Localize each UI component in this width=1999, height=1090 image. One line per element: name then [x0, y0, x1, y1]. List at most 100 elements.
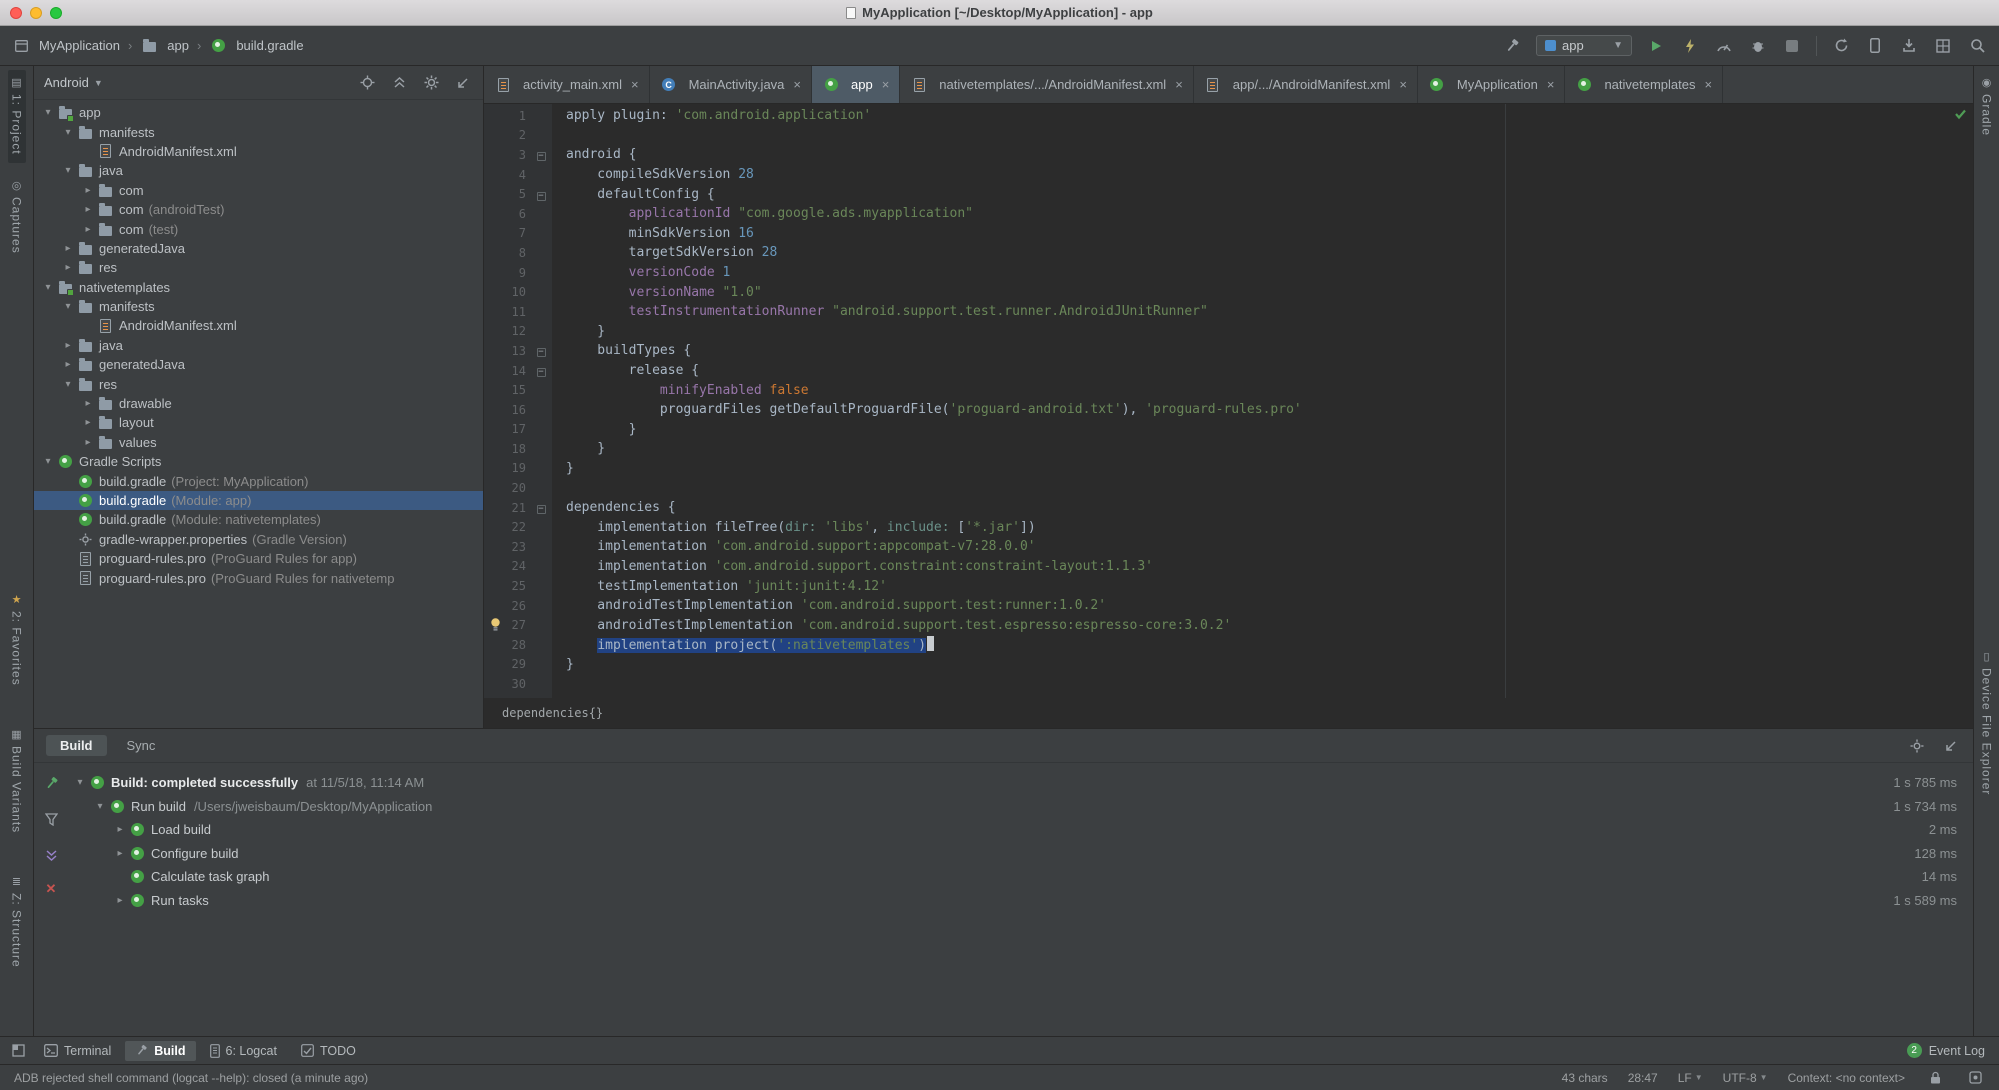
hide-panel-icon[interactable] [453, 73, 473, 93]
fold-marker[interactable]: − [530, 147, 552, 162]
tree-item-java[interactable]: ▸ java [34, 336, 483, 355]
fold-marker[interactable]: − [530, 363, 552, 378]
tool-button-build-variants[interactable]: ▦ Build Variants [8, 722, 26, 841]
tree-item-java[interactable]: ▾ java [34, 161, 483, 180]
fold-marker[interactable]: − [530, 500, 552, 515]
caret-position-indicator[interactable]: 28:47 [1628, 1071, 1658, 1085]
close-icon[interactable]: × [1705, 77, 1713, 92]
chevron-right-icon[interactable]: ▸ [112, 895, 128, 906]
tree-item-gradle-wrapper-properties[interactable]: gradle-wrapper.properties (Gradle Version… [34, 530, 483, 549]
chevron-down-icon[interactable]: ▾ [40, 282, 56, 293]
tool-button-2-favorites[interactable]: ★ 2: Favorites [8, 587, 26, 694]
tree-item-gradle-scripts[interactable]: ▾ Gradle Scripts [34, 452, 483, 471]
chevron-right-icon[interactable]: ▸ [80, 185, 96, 196]
breadcrumb-item-app[interactable]: app [140, 38, 189, 54]
tree-item-res[interactable]: ▸ res [34, 258, 483, 277]
tree-item-layout[interactable]: ▸ layout [34, 413, 483, 432]
chevron-right-icon[interactable]: ▸ [60, 340, 76, 351]
tool-window-button-build[interactable]: Build [125, 1040, 196, 1061]
breadcrumb-item-myapplication[interactable]: MyApplication [12, 38, 120, 54]
chevron-down-icon[interactable]: ▾ [92, 801, 108, 812]
chars-indicator[interactable]: 43 chars [1562, 1071, 1608, 1085]
close-window-button[interactable] [10, 6, 22, 19]
editor-tab-myapplication[interactable]: MyApplication × [1418, 66, 1566, 103]
code-editor[interactable]: 1 apply plugin: 'com.android.application'… [484, 104, 1973, 698]
tree-item-res[interactable]: ▾ res [34, 374, 483, 393]
chevron-right-icon[interactable]: ▸ [112, 848, 128, 859]
editor-tab-nativetemplates[interactable]: nativetemplates × [1565, 66, 1724, 103]
build-row-calculate-task-graph[interactable]: Calculate task graph 14 ms [68, 865, 1973, 889]
editor-tab-app[interactable]: app × [812, 66, 901, 103]
tree-item-proguard-rules-pro[interactable]: proguard-rules.pro (ProGuard Rules for na… [34, 568, 483, 587]
breadcrumb-element[interactable]: dependencies{} [502, 706, 603, 720]
chevron-right-icon[interactable]: ▸ [80, 437, 96, 448]
editor-tab-app-androidmanifest-xml[interactable]: app/.../AndroidManifest.xml × [1194, 66, 1418, 103]
stop-icon[interactable] [1782, 36, 1802, 56]
tree-item-build-gradle[interactable]: build.gradle (Module: nativetemplates) [34, 510, 483, 529]
tree-item-androidmanifest-xml[interactable]: AndroidManifest.xml [34, 316, 483, 335]
tree-item-build-gradle[interactable]: build.gradle (Module: app) [34, 490, 483, 511]
rerun-build-icon[interactable] [41, 773, 61, 793]
minimize-panel-icon[interactable] [1941, 736, 1961, 756]
tree-item-manifests[interactable]: ▾ manifests [34, 297, 483, 316]
run-config-select[interactable]: app ▼ [1536, 35, 1632, 56]
tree-item-generatedjava[interactable]: ▸ generatedJava [34, 355, 483, 374]
project-view-selector[interactable]: Android ▼ [44, 75, 103, 90]
inspections-profile-icon[interactable] [1965, 1068, 1985, 1088]
chevron-right-icon[interactable]: ▸ [80, 417, 96, 428]
locate-file-icon[interactable] [357, 73, 377, 93]
minimize-window-button[interactable] [30, 6, 42, 19]
tool-window-switcher-icon[interactable] [8, 1041, 28, 1061]
line-separator-indicator[interactable]: LF ▼ [1678, 1071, 1703, 1085]
chevron-down-icon[interactable]: ▾ [40, 107, 56, 118]
editor-tab-mainactivity-java[interactable]: C MainActivity.java × [650, 66, 812, 103]
tool-button-z-structure[interactable]: ≣ Z: Structure [8, 869, 26, 976]
run-button[interactable] [1646, 36, 1666, 56]
intention-bulb-icon[interactable] [489, 617, 502, 635]
chevron-right-icon[interactable]: ▸ [80, 398, 96, 409]
tool-button-1-project[interactable]: ▤ 1: Project [7, 70, 26, 163]
chevron-down-icon[interactable]: ▾ [60, 165, 76, 176]
build-row-run-tasks[interactable]: ▸ Run tasks 1 s 589 ms [68, 889, 1973, 913]
apply-changes-icon[interactable] [1680, 36, 1700, 56]
tool-button-device-file-explorer[interactable]: ▯ Device File Explorer [1978, 644, 1996, 803]
close-icon[interactable]: × [1547, 77, 1555, 92]
lock-icon[interactable] [1925, 1068, 1945, 1088]
tool-button-gradle[interactable]: ◉ Gradle [1978, 70, 1996, 144]
editor-breadcrumb[interactable]: dependencies{} [484, 698, 1973, 728]
sync-gradle-icon[interactable] [1831, 36, 1851, 56]
chevron-down-icon[interactable]: ▾ [60, 301, 76, 312]
build-row-load-build[interactable]: ▸ Load build 2 ms [68, 818, 1973, 842]
chevron-right-icon[interactable]: ▸ [60, 262, 76, 273]
profile-icon[interactable] [1714, 36, 1734, 56]
breadcrumb-item-build-gradle[interactable]: build.gradle [209, 38, 304, 54]
tree-item-nativetemplates[interactable]: ▾ nativetemplates [34, 278, 483, 297]
tree-item-com[interactable]: ▸ com (androidTest) [34, 200, 483, 219]
event-log-button[interactable]: 2 Event Log [1906, 1043, 1991, 1058]
build-tab-build[interactable]: Build [46, 735, 107, 756]
filter-icon[interactable] [41, 809, 61, 829]
tree-item-proguard-rules-pro[interactable]: proguard-rules.pro (ProGuard Rules for ap… [34, 549, 483, 568]
search-everywhere-icon[interactable] [1967, 36, 1987, 56]
tree-item-app[interactable]: ▾ app [34, 103, 483, 122]
tool-window-button-todo[interactable]: TODO [291, 1041, 366, 1061]
sdk-manager-icon[interactable] [1899, 36, 1919, 56]
chevron-down-icon[interactable]: ▾ [60, 379, 76, 390]
tree-item-com[interactable]: ▸ com [34, 181, 483, 200]
context-indicator[interactable]: Context: <no context> [1788, 1071, 1905, 1085]
editor-tab-activity-main-xml[interactable]: activity_main.xml × [484, 66, 650, 103]
tree-item-build-gradle[interactable]: build.gradle (Project: MyApplication) [34, 471, 483, 490]
close-icon[interactable]: × [631, 77, 639, 92]
expand-all-icon[interactable] [41, 845, 61, 865]
layout-inspector-icon[interactable] [1933, 36, 1953, 56]
build-tab-sync[interactable]: Sync [113, 735, 170, 756]
tool-window-button-6-logcat[interactable]: 6: Logcat [200, 1041, 287, 1061]
inspections-ok-icon[interactable] [1954, 108, 1967, 124]
fold-marker[interactable]: − [530, 187, 552, 202]
close-icon[interactable]: × [882, 77, 890, 92]
gear-icon[interactable] [421, 73, 441, 93]
editor-tab-nativetemplates-androidmanifest-xml[interactable]: nativetemplates/.../AndroidManifest.xml × [900, 66, 1194, 103]
chevron-right-icon[interactable]: ▸ [80, 224, 96, 235]
tree-item-generatedjava[interactable]: ▸ generatedJava [34, 239, 483, 258]
build-row-run-build[interactable]: ▾ Run build/Users/jweisbaum/Desktop/MyApp… [68, 795, 1973, 819]
